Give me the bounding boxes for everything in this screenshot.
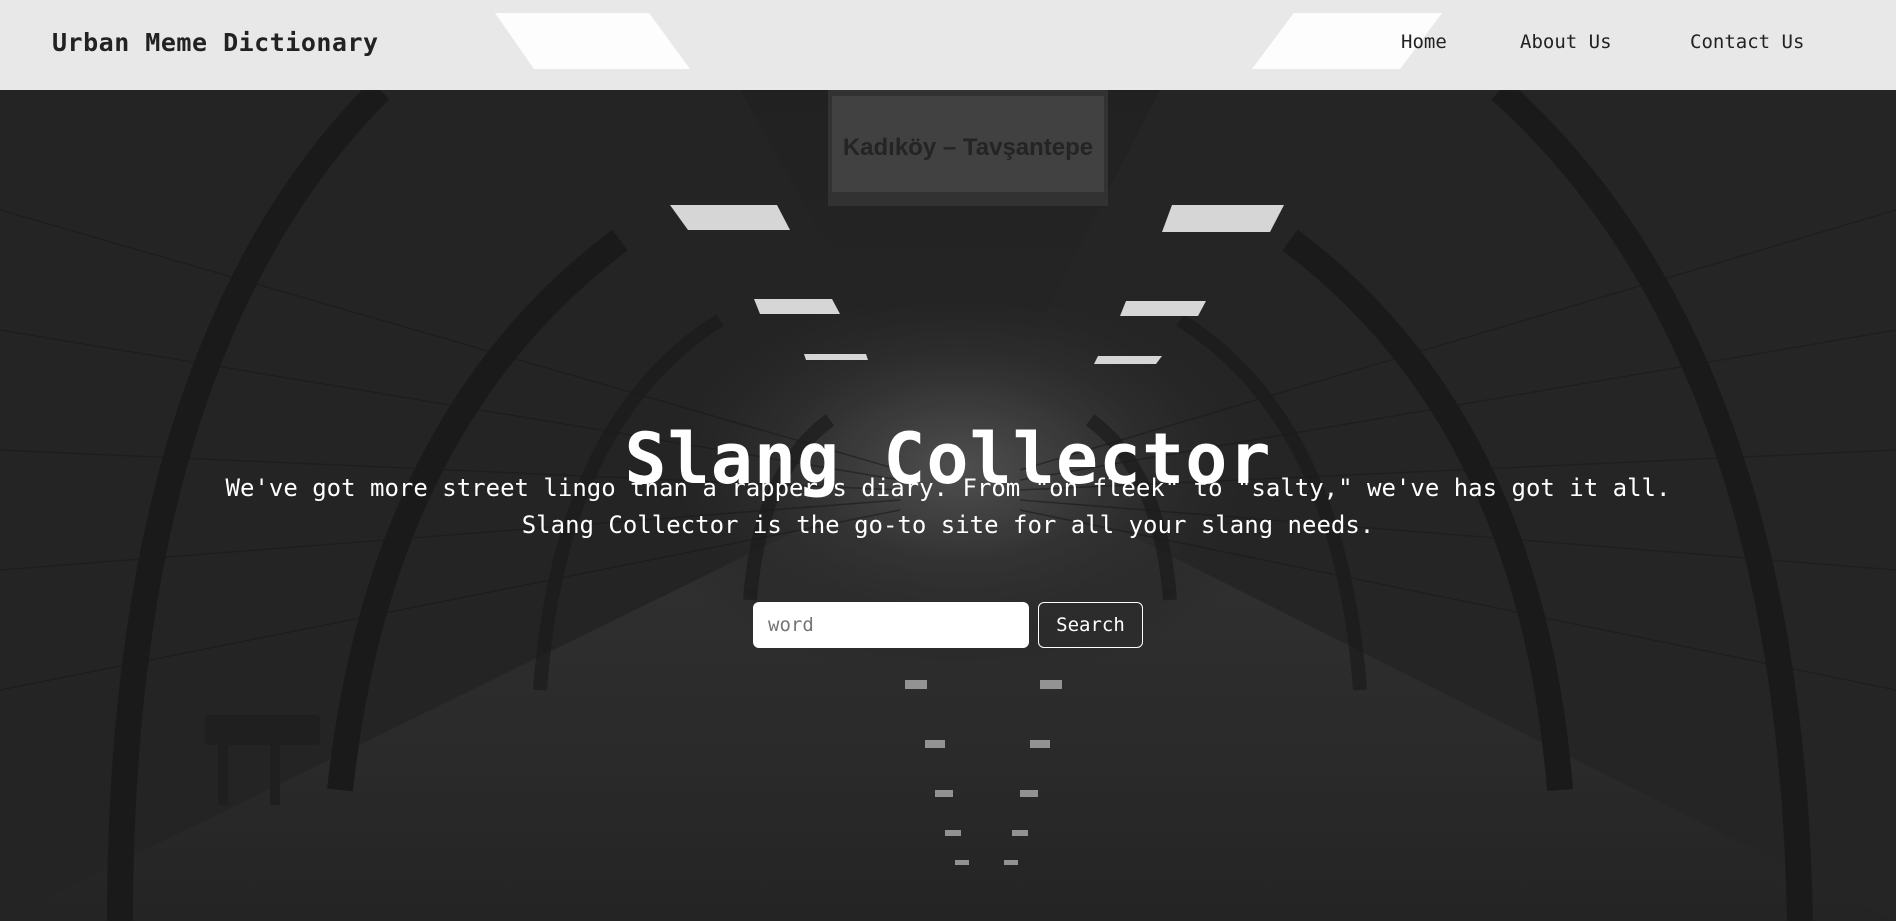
top-navbar: Urban Meme Dictionary Home About Us Cont… bbox=[0, 0, 1896, 90]
hero-description-line-1: We've got more street lingo than a rappe… bbox=[225, 474, 1671, 502]
search-form: Search bbox=[753, 602, 1143, 648]
nav-link-contact-us[interactable]: Contact Us bbox=[1690, 31, 1804, 53]
nav-link-about-us[interactable]: About Us bbox=[1520, 31, 1612, 53]
ceiling-light-glare bbox=[495, 13, 690, 69]
search-button[interactable]: Search bbox=[1038, 602, 1143, 648]
hero-section: Kadıköy – Tavşantepe Slang Collector We'… bbox=[0, 90, 1896, 921]
nav-link-home[interactable]: Home bbox=[1401, 31, 1447, 53]
search-word-input[interactable] bbox=[753, 602, 1029, 648]
site-brand-link[interactable]: Urban Meme Dictionary bbox=[52, 27, 379, 59]
hero-description-line-2: Slang Collector is the go-to site for al… bbox=[521, 511, 1375, 539]
